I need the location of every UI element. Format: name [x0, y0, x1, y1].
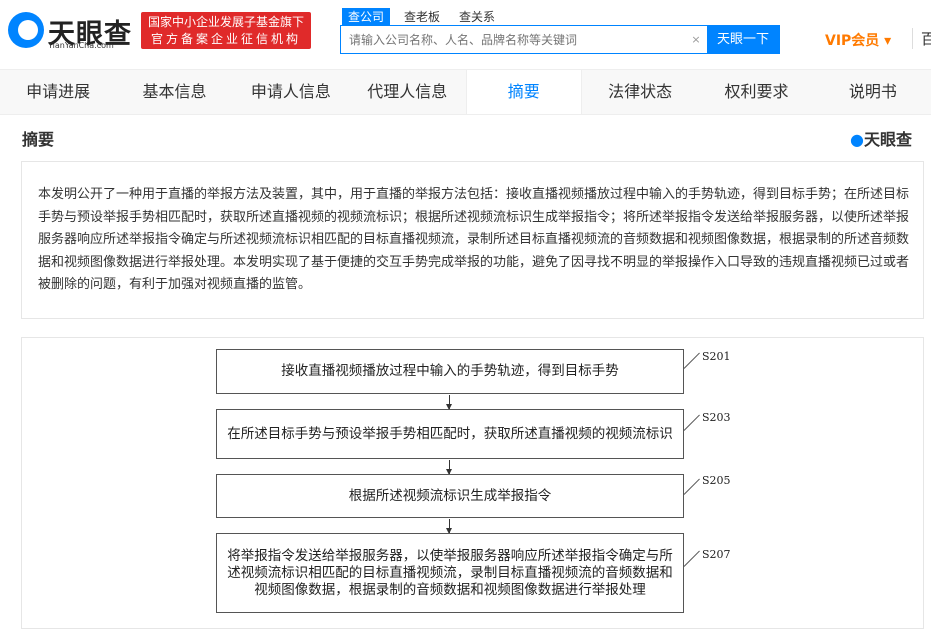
search-tab-company[interactable]: 查公司 — [342, 8, 391, 26]
step-label: S205 — [702, 474, 731, 487]
badge-line-1: 国家中小企业发展子基金旗下 — [147, 15, 304, 29]
cut-menu-item[interactable]: 百 — [912, 28, 931, 49]
watermark-logo: ●天眼查 — [850, 126, 912, 150]
search-tab-relation[interactable]: 查关系 — [453, 8, 501, 26]
step-label: S203 — [702, 411, 731, 424]
logo-icon[interactable] — [8, 12, 44, 48]
flow-step-box: 在所述目标手势与预设举报手势相匹配时，获取所述直播视频的视频流标识 — [216, 409, 684, 459]
vip-menu[interactable]: VIP会员 ▾ — [825, 30, 891, 50]
tab-applicant[interactable]: 申请人信息 — [233, 70, 349, 114]
step-label: S207 — [702, 548, 731, 561]
search-tab-boss[interactable]: 查老板 — [398, 8, 446, 26]
leader-line — [683, 352, 700, 369]
search-input[interactable] — [341, 26, 685, 53]
tab-bar: 申请进展 基本信息 申请人信息 代理人信息 摘要 法律状态 权利要求 说明书 — [0, 69, 931, 115]
tab-claims[interactable]: 权利要求 — [698, 70, 814, 114]
arrow-icon — [446, 460, 452, 475]
leader-line — [683, 550, 700, 567]
leader-line — [683, 414, 700, 431]
logo-subtitle: TianYanCha.com — [48, 41, 114, 50]
arrow-icon — [446, 395, 452, 410]
arrow-icon — [446, 519, 452, 534]
watermark-icon: ● — [850, 130, 864, 149]
tab-agent[interactable]: 代理人信息 — [349, 70, 465, 114]
abstract-text: 本发明公开了一种用于直播的举报方法及装置，其中，用于直播的举报方法包括：接收直播… — [21, 161, 924, 319]
flowchart-figure: 接收直播视频播放过程中输入的手势轨迹，得到目标手势 在所述目标手势与预设举报手势… — [21, 337, 924, 629]
step-label: S201 — [702, 350, 731, 363]
flow-step-box: 接收直播视频播放过程中输入的手势轨迹，得到目标手势 — [216, 349, 684, 394]
leader-line — [683, 478, 700, 495]
tab-description[interactable]: 说明书 — [815, 70, 931, 114]
tab-progress[interactable]: 申请进展 — [0, 70, 116, 114]
search-button[interactable]: 天眼一下 — [707, 26, 779, 53]
section-title: 摘要 — [22, 130, 55, 149]
clear-icon[interactable]: × — [685, 26, 707, 53]
tab-legal-status[interactable]: 法律状态 — [582, 70, 698, 114]
tab-basic-info[interactable]: 基本信息 — [116, 70, 232, 114]
flow-step-box: 将举报指令发送给举报服务器，以使举报服务器响应所述举报指令确定与所述视频流标识相… — [216, 533, 684, 613]
search-bar: × 天眼一下 — [340, 25, 780, 54]
flow-step-box: 根据所述视频流标识生成举报指令 — [216, 474, 684, 518]
official-badge: 国家中小企业发展子基金旗下 官方备案企业征信机构 — [141, 12, 311, 49]
watermark-text: 天眼查 — [863, 130, 912, 149]
tab-abstract[interactable]: 摘要 — [465, 70, 582, 114]
badge-line-2: 官方备案企业征信机构 — [150, 32, 301, 46]
